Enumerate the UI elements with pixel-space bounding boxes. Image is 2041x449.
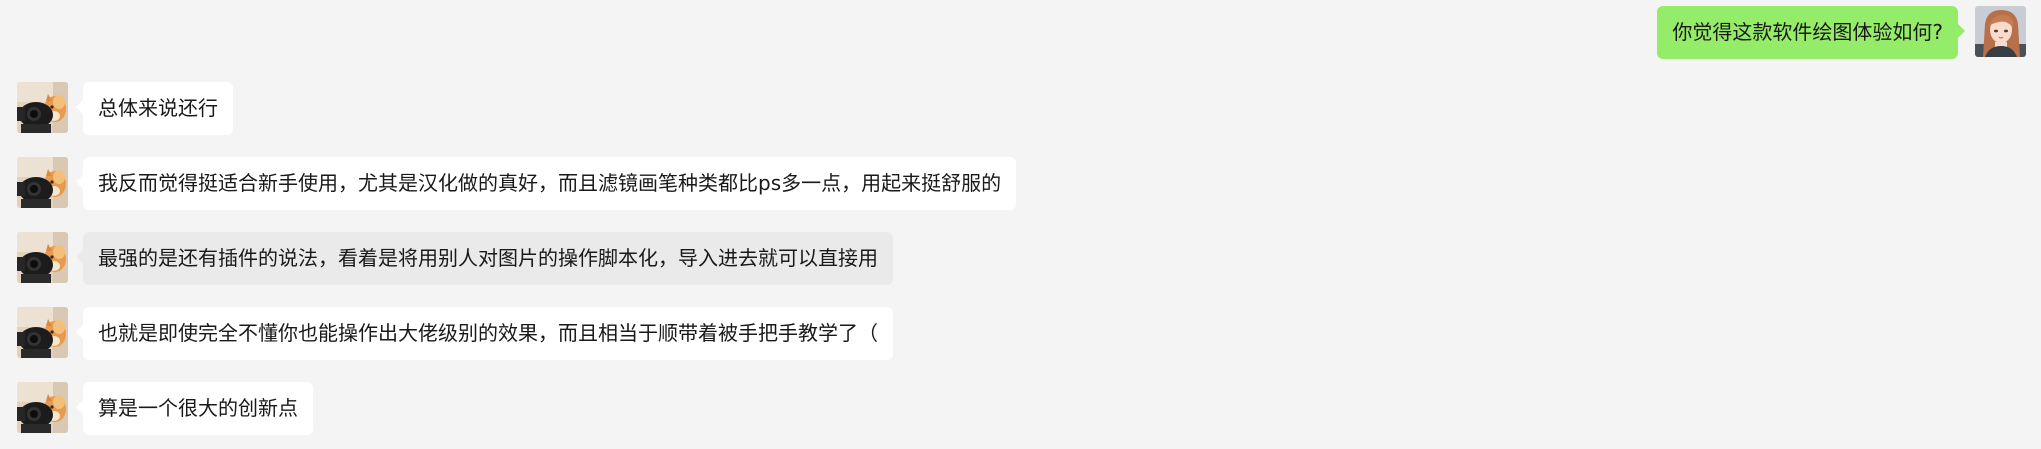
contact-avatar-icon[interactable] (17, 157, 68, 208)
message-row-incoming: 也就是即使完全不懂你也能操作出大佬级别的效果，而且相当于顺带着被手把手教学了（ (17, 307, 893, 360)
message-row-outgoing: 你觉得这款软件绘图体验如何? (1657, 6, 2041, 59)
incoming-message-bubble[interactable]: 我反而觉得挺适合新手使用，尤其是汉化做的真好，而且滤镜画笔种类都比ps多一点，用… (75, 157, 1017, 210)
incoming-message-bubble[interactable]: 也就是即使完全不懂你也能操作出大佬级别的效果，而且相当于顺带着被手把手教学了（ (76, 307, 893, 360)
message-row-incoming: 最强的是还有插件的说法，看着是将用别人对图片的操作脚本化，导入进去就可以直接用 (17, 232, 893, 285)
message-text: 也就是即使完全不懂你也能操作出大佬级别的效果，而且相当于顺带着被手把手教学了（ (98, 321, 878, 345)
message-text: 总体来说还行 (98, 96, 218, 120)
incoming-message-bubble[interactable]: 算是一个很大的创新点 (76, 382, 313, 435)
chat-window: 你觉得这款软件绘图体验如何? 总体来说还行 我反而觉得挺适合新手使用，尤其是汉化… (0, 0, 2041, 449)
incoming-message-bubble-selected[interactable]: 最强的是还有插件的说法，看着是将用别人对图片的操作脚本化，导入进去就可以直接用 (76, 232, 893, 285)
outgoing-message-bubble[interactable]: 你觉得这款软件绘图体验如何? (1657, 6, 1965, 59)
message-row-incoming: 总体来说还行 (17, 82, 233, 135)
message-text: 你觉得这款软件绘图体验如何? (1672, 20, 1943, 44)
message-text: 我反而觉得挺适合新手使用，尤其是汉化做的真好，而且滤镜画笔种类都比ps多一点，用… (98, 171, 1002, 195)
contact-avatar-icon[interactable] (17, 82, 68, 133)
self-avatar-icon[interactable] (1975, 6, 2026, 57)
contact-avatar-icon[interactable] (17, 232, 68, 283)
contact-avatar-icon[interactable] (17, 382, 68, 433)
message-text: 最强的是还有插件的说法，看着是将用别人对图片的操作脚本化，导入进去就可以直接用 (98, 246, 878, 270)
message-row-incoming: 我反而觉得挺适合新手使用，尤其是汉化做的真好，而且滤镜画笔种类都比ps多一点，用… (17, 157, 1017, 210)
contact-avatar-icon[interactable] (17, 307, 68, 358)
incoming-message-bubble[interactable]: 总体来说还行 (76, 82, 233, 135)
message-text: 算是一个很大的创新点 (98, 396, 298, 420)
message-row-incoming: 算是一个很大的创新点 (17, 382, 313, 435)
